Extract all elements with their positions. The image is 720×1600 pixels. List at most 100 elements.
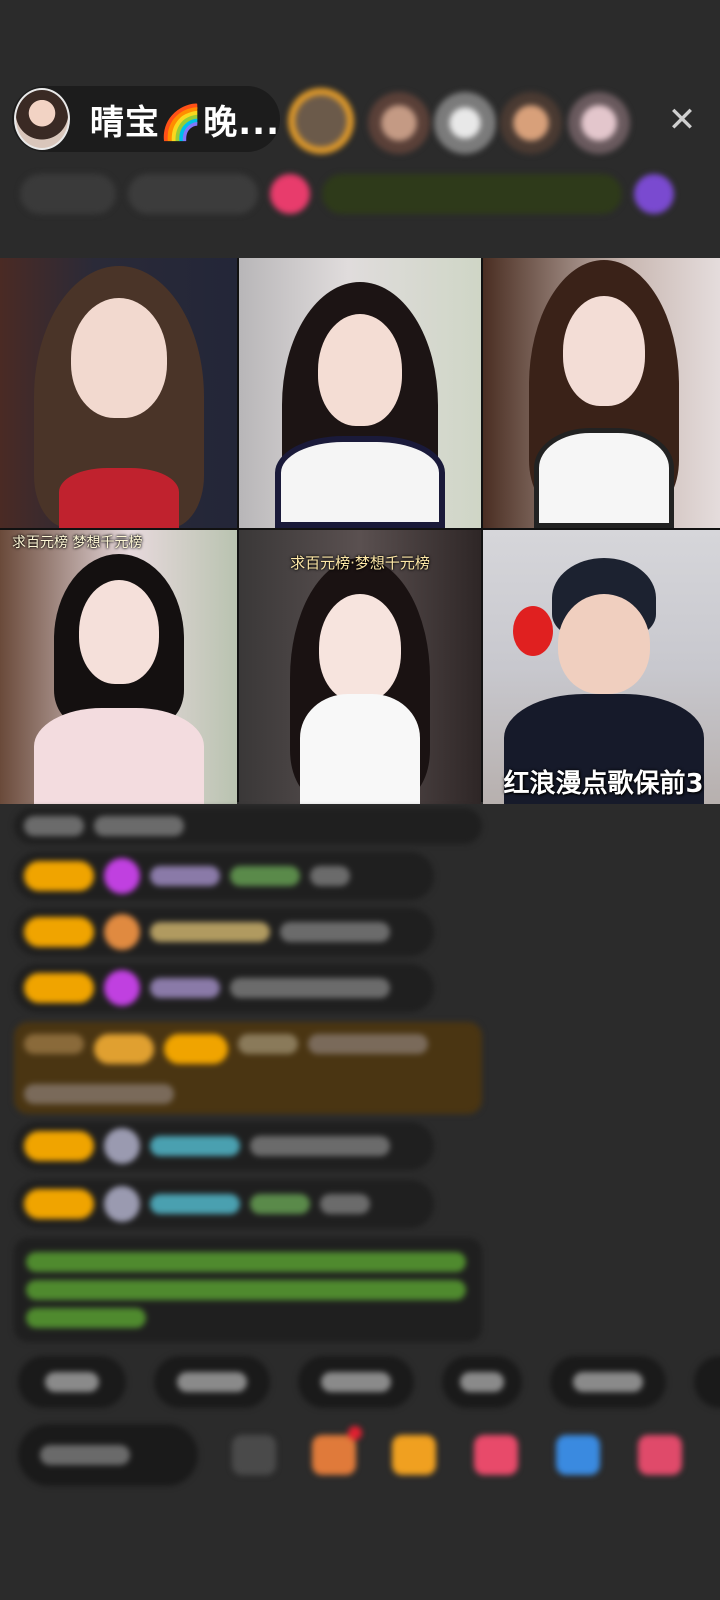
streamer-outfit — [58, 468, 179, 528]
quick-reply-button[interactable] — [550, 1356, 666, 1408]
streamer-face — [78, 580, 159, 684]
chat-username — [150, 866, 220, 886]
host-info-pill[interactable]: 晴宝🌈晚... — [12, 86, 280, 152]
treasure-icon[interactable] — [392, 1435, 436, 1475]
tile-caption: 求百元榜·梦想千元榜 — [290, 554, 430, 572]
chat-text — [308, 1034, 428, 1054]
viewer-avatar[interactable] — [288, 88, 354, 154]
quick-reply-text — [460, 1372, 504, 1392]
quick-reply-text — [321, 1372, 391, 1392]
chat-message[interactable] — [14, 852, 434, 900]
host-avatar[interactable] — [14, 88, 70, 150]
system-text — [26, 1308, 146, 1328]
more-icon[interactable] — [634, 174, 674, 214]
chat-message[interactable] — [14, 908, 434, 956]
video-tile[interactable] — [0, 258, 237, 528]
streamer-outfit — [275, 436, 445, 528]
more-apps-icon[interactable] — [638, 1435, 682, 1475]
level-badge — [24, 1189, 94, 1219]
quick-reply-row — [18, 1356, 720, 1412]
chat-username — [150, 1136, 240, 1156]
user-avatar — [104, 1128, 140, 1164]
viewer-avatar[interactable] — [568, 92, 630, 154]
user-avatar — [104, 1186, 140, 1222]
chat-message[interactable] — [14, 1180, 434, 1228]
tile-caption: 红浪漫点歌保前3 — [503, 769, 704, 799]
chat-input[interactable] — [18, 1424, 198, 1486]
heart-gift-icon[interactable] — [474, 1435, 518, 1475]
quick-reply-button[interactable] — [694, 1356, 720, 1408]
system-text — [26, 1252, 466, 1272]
notification-dot — [348, 1426, 362, 1440]
tile-caption: 求百元榜 梦想千元榜 — [12, 535, 143, 551]
viewer-avatar[interactable] — [368, 92, 430, 154]
close-icon[interactable]: ✕ — [662, 100, 702, 140]
video-tile[interactable] — [239, 258, 481, 528]
chat-text — [280, 922, 390, 942]
game-icon[interactable] — [556, 1435, 600, 1475]
level-badge — [24, 1131, 94, 1161]
gift-box-icon[interactable] — [312, 1435, 356, 1475]
diamond-icon — [104, 970, 140, 1006]
chat-username — [150, 922, 270, 942]
chat-text — [250, 1136, 390, 1156]
system-notice — [14, 1238, 482, 1342]
bottom-toolbar — [18, 1422, 718, 1488]
quick-reply-button[interactable] — [18, 1356, 126, 1408]
chat-text — [310, 866, 350, 886]
quick-reply-text — [177, 1372, 247, 1392]
level-badge — [164, 1034, 228, 1064]
chat-message[interactable] — [14, 1122, 434, 1170]
chat-username — [238, 1034, 298, 1054]
fans-chip[interactable] — [128, 174, 258, 214]
streamer-face — [557, 594, 650, 694]
chat-text — [94, 816, 184, 836]
level-badge — [24, 973, 94, 1003]
streamer-outfit — [533, 428, 674, 528]
chat-text — [250, 1194, 310, 1214]
chat-message[interactable] — [14, 964, 434, 1012]
gift-icon[interactable] — [270, 174, 310, 214]
chat-text — [24, 1034, 84, 1054]
diamond-icon — [104, 858, 140, 894]
room-info-row — [20, 170, 700, 218]
streamer-face — [318, 314, 402, 426]
video-tile[interactable]: 求百元榜 梦想千元榜 — [0, 530, 237, 804]
streamer-face — [70, 298, 167, 418]
gift-message[interactable] — [14, 1022, 482, 1114]
chat-text — [24, 816, 84, 836]
video-tile[interactable]: 红浪漫点歌保前3 — [483, 530, 720, 804]
viewer-avatar[interactable] — [434, 92, 496, 154]
quick-reply-text — [45, 1372, 99, 1392]
quick-reply-button[interactable] — [298, 1356, 414, 1408]
video-tile[interactable]: 求百元榜·梦想千元榜 — [239, 530, 481, 804]
emoji-icon[interactable] — [232, 1435, 276, 1475]
host-name: 晴宝🌈晚... — [89, 102, 280, 143]
chat-text — [230, 866, 300, 886]
chat-username — [150, 1194, 240, 1214]
rank-chip[interactable] — [20, 174, 116, 214]
chat-username — [150, 978, 220, 998]
quick-reply-button[interactable] — [442, 1356, 522, 1408]
fan-icon — [104, 914, 140, 950]
video-grid: 求百元榜 梦想千元榜 求百元榜·梦想千元榜 红浪漫点歌保前3 — [0, 258, 720, 804]
quick-reply-text — [573, 1372, 643, 1392]
chat-text — [24, 1084, 174, 1104]
video-tile[interactable] — [483, 258, 720, 528]
level-badge — [24, 917, 94, 947]
gift-badge — [94, 1034, 154, 1064]
chat-text — [320, 1194, 370, 1214]
quick-reply-button[interactable] — [154, 1356, 270, 1408]
viewer-avatar[interactable] — [500, 92, 562, 154]
streamer-face — [319, 594, 401, 702]
chat-message[interactable] — [14, 808, 482, 844]
streamer-outfit — [300, 694, 420, 804]
chat-text — [230, 978, 390, 998]
chat-input-placeholder — [40, 1445, 130, 1465]
streamer-face — [562, 296, 645, 406]
level-badge — [24, 861, 94, 891]
banner-chip[interactable] — [322, 174, 622, 214]
system-text — [26, 1280, 466, 1300]
mascot-toy — [513, 606, 553, 656]
streamer-outfit — [33, 708, 204, 804]
